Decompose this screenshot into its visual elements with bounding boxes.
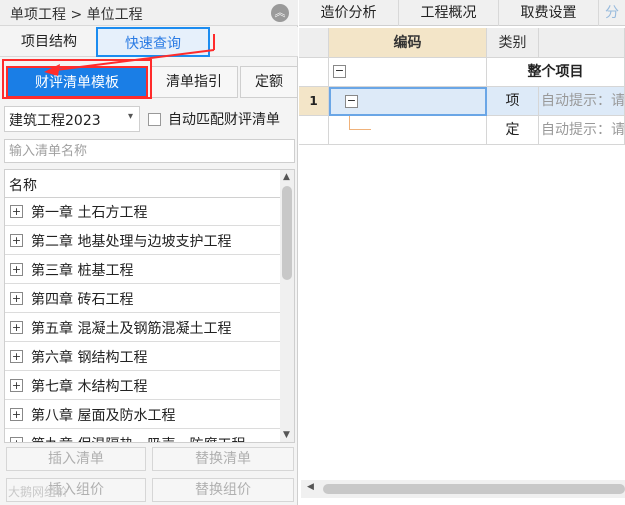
annotation-arrow [44, 34, 215, 76]
